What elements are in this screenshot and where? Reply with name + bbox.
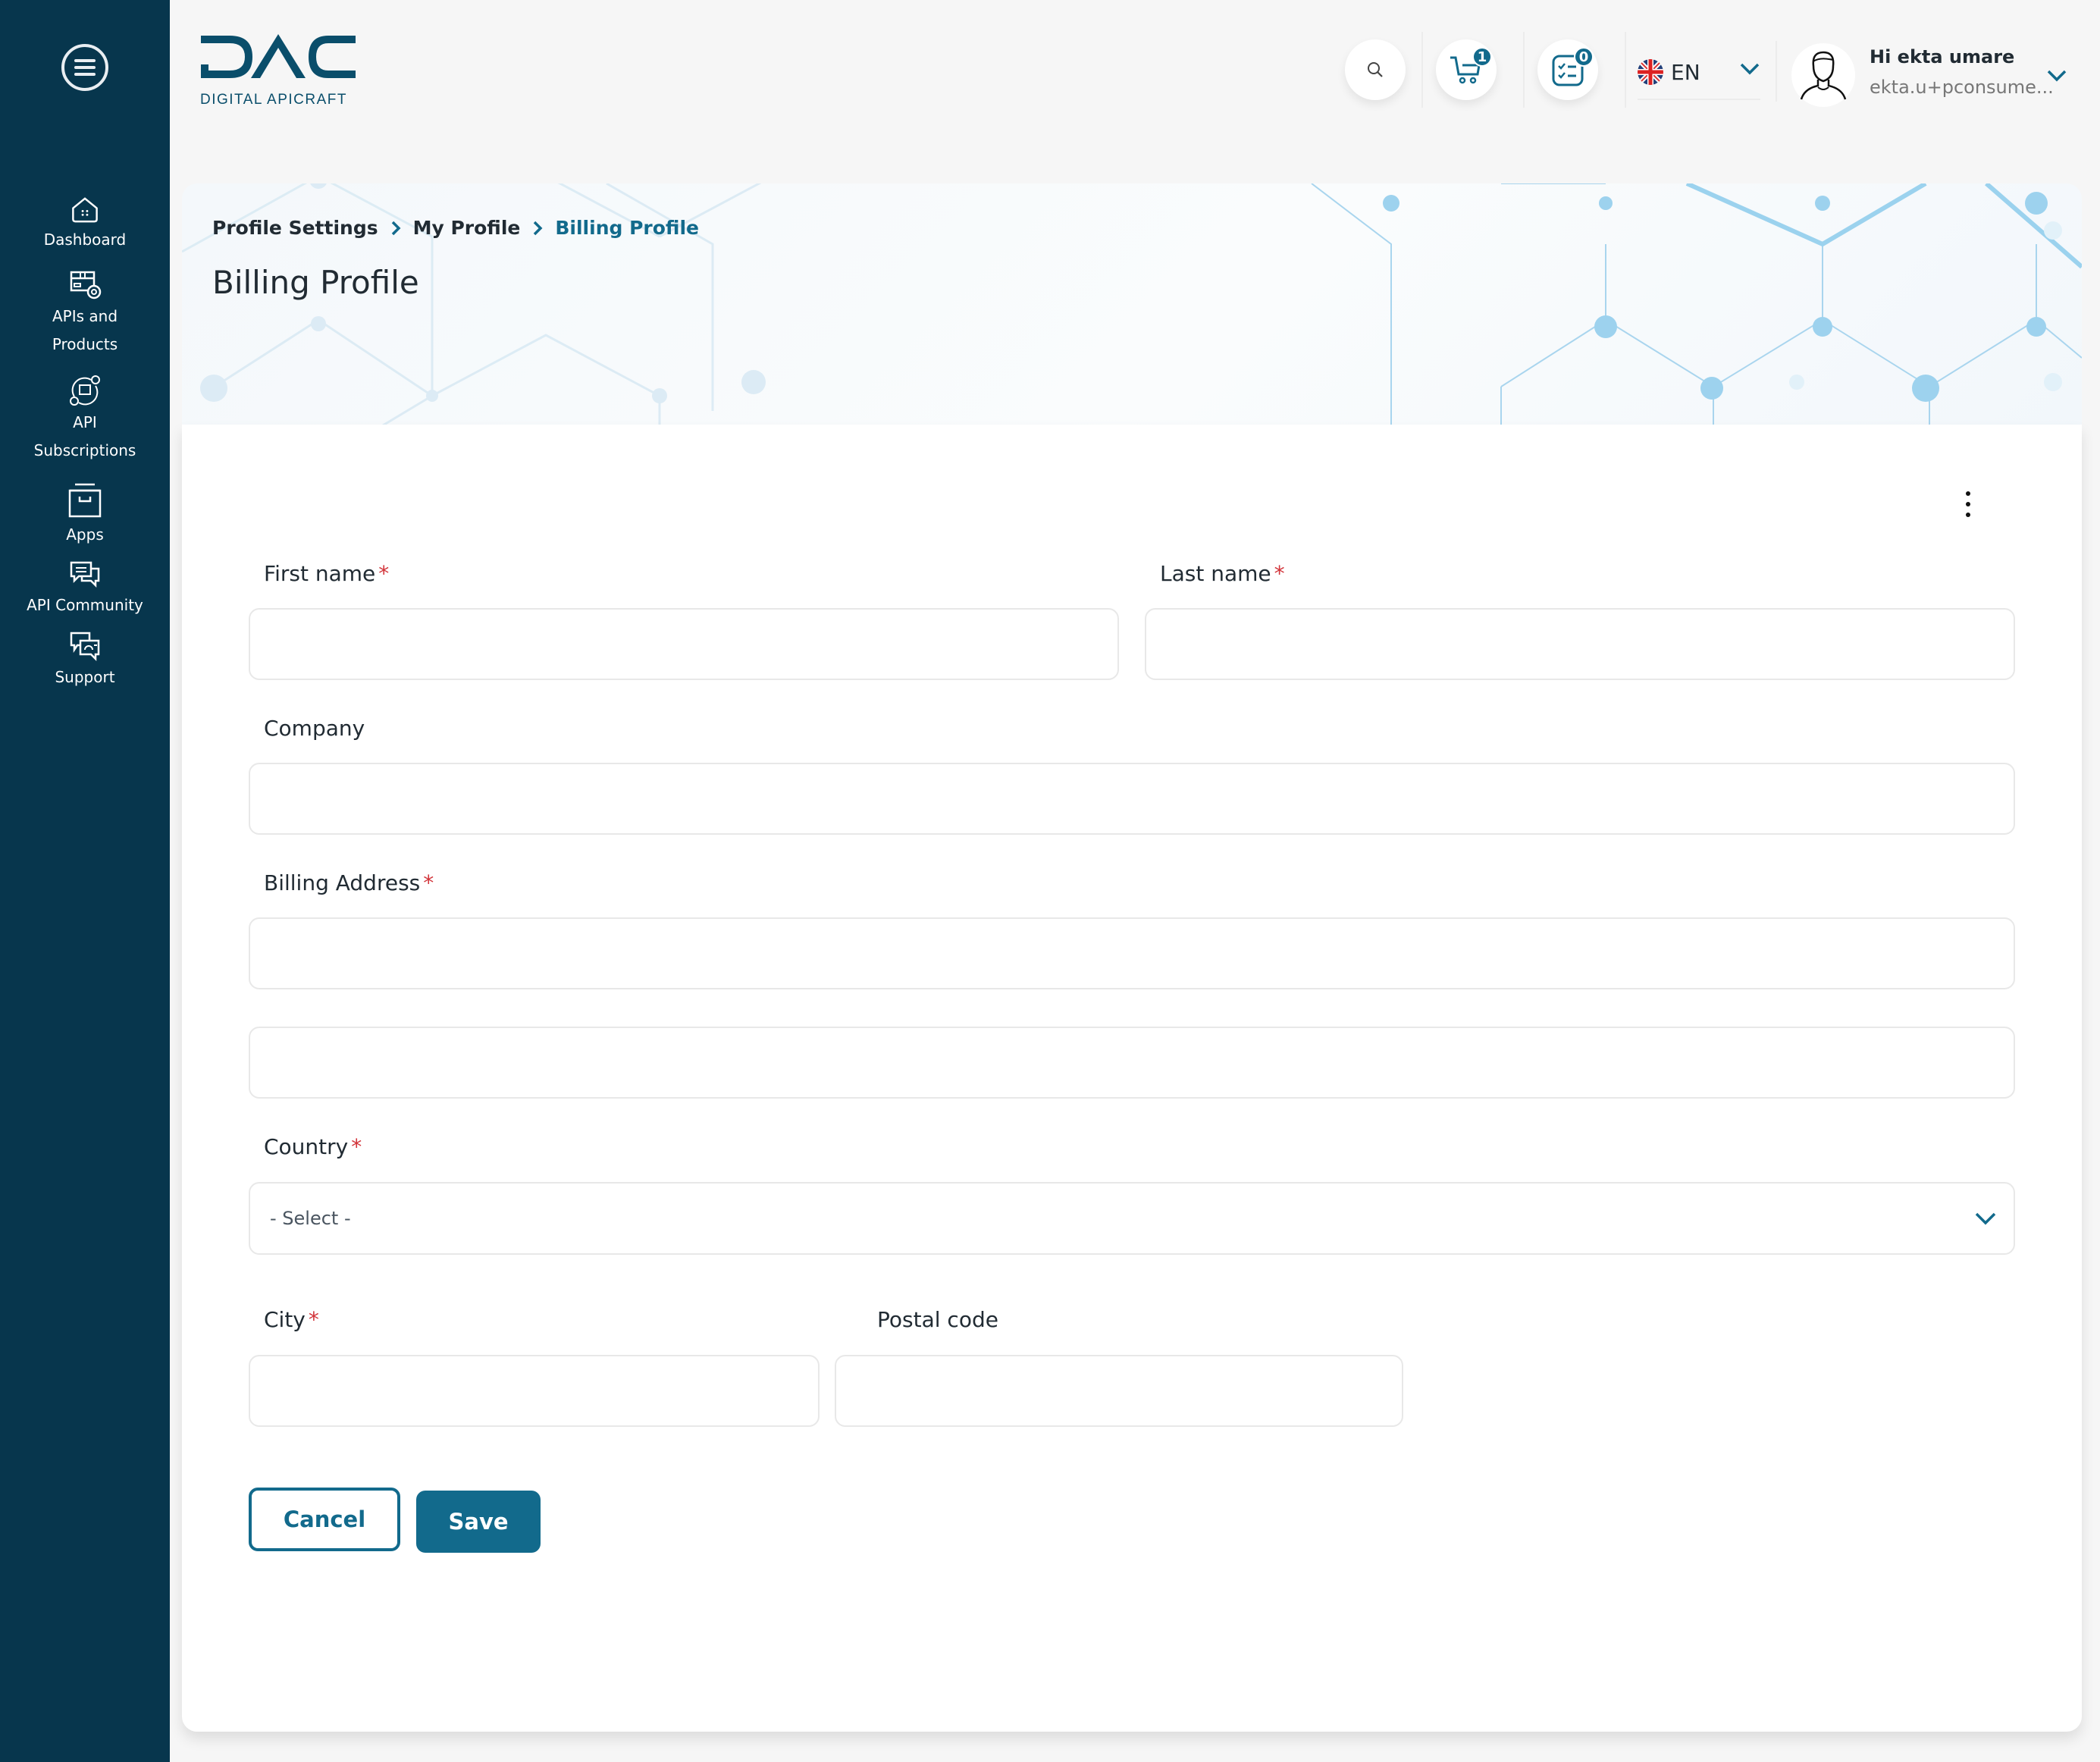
page-title: Billing Profile bbox=[212, 264, 419, 301]
postal-code-label-text: Postal code bbox=[877, 1307, 998, 1332]
chat-bubbles-icon bbox=[70, 561, 100, 588]
language-selector[interactable]: EN bbox=[1638, 45, 1760, 100]
kebab-dot bbox=[1966, 491, 1970, 496]
kebab-dot bbox=[1966, 502, 1970, 506]
sidebar-item-apps[interactable]: Apps bbox=[0, 481, 170, 549]
billing-address-line1-input[interactable] bbox=[249, 917, 2015, 989]
page-banner: Profile Settings My Profile Billing Prof… bbox=[182, 183, 2082, 426]
company-input[interactable] bbox=[249, 763, 2015, 835]
user-email: ekta.u+pconsume... bbox=[1870, 77, 2054, 98]
user-avatar-icon bbox=[1800, 51, 1847, 100]
sidebar-item-support[interactable]: Support bbox=[0, 630, 170, 691]
chevron-right-icon bbox=[390, 220, 401, 237]
country-select-value: - Select - bbox=[270, 1208, 351, 1229]
last-name-label: Last name * bbox=[1160, 561, 1285, 586]
city-input[interactable] bbox=[249, 1355, 820, 1427]
company-label: Company bbox=[264, 716, 365, 741]
required-asterisk: * bbox=[378, 561, 390, 586]
tasks-count-badge: 0 bbox=[1574, 47, 1594, 67]
chevron-down-icon bbox=[1975, 1212, 1996, 1225]
chevron-down-icon bbox=[2047, 70, 2067, 82]
required-asterisk: * bbox=[1274, 561, 1285, 586]
sidebar-item-dashboard[interactable]: Dashboard bbox=[0, 193, 170, 254]
city-label-text: City bbox=[264, 1307, 306, 1332]
header-divider bbox=[1625, 32, 1626, 108]
billing-address-label-text: Billing Address bbox=[264, 870, 421, 895]
more-options-button[interactable] bbox=[1961, 491, 1976, 517]
first-name-label-text: First name bbox=[264, 561, 376, 586]
first-name-label: First name * bbox=[264, 561, 389, 586]
billing-profile-form: First name * Last name * Company Billing A… bbox=[182, 425, 2082, 1732]
sidebar-item-api-subscriptions[interactable]: API Subscriptions bbox=[0, 374, 170, 465]
country-label-text: Country bbox=[264, 1134, 349, 1159]
subscriptions-icon bbox=[70, 375, 100, 406]
country-select[interactable]: - Select - bbox=[249, 1182, 2015, 1255]
required-asterisk: * bbox=[351, 1134, 362, 1159]
breadcrumb-profile-settings[interactable]: Profile Settings bbox=[212, 217, 378, 239]
sidebar-item-apis-and-products[interactable]: APIs and Products bbox=[0, 269, 170, 359]
tasks-button[interactable]: 0 bbox=[1537, 39, 1598, 100]
search-button[interactable] bbox=[1345, 39, 1406, 100]
dac-logo[interactable]: DIGITAL APICRAFT bbox=[199, 34, 359, 110]
billing-address-label: Billing Address * bbox=[264, 870, 434, 895]
sidebar-nav: Dashboard APIs and Products API Subscrip… bbox=[0, 193, 170, 691]
required-asterisk: * bbox=[308, 1307, 319, 1332]
cancel-button[interactable]: Cancel bbox=[249, 1488, 400, 1551]
billing-address-line2-input[interactable] bbox=[249, 1027, 2015, 1099]
home-icon bbox=[72, 197, 98, 223]
logo-subtext: DIGITAL APICRAFT bbox=[200, 92, 347, 108]
breadcrumb-billing-profile: Billing Profile bbox=[555, 217, 699, 239]
sidebar-item-api-community[interactable]: API Community bbox=[0, 560, 170, 619]
menu-line bbox=[74, 66, 96, 69]
save-button[interactable]: Save bbox=[416, 1491, 541, 1553]
breadcrumb: Profile Settings My Profile Billing Prof… bbox=[212, 217, 699, 239]
menu-line bbox=[74, 73, 96, 76]
breadcrumb-my-profile[interactable]: My Profile bbox=[413, 217, 521, 239]
menu-line bbox=[74, 59, 96, 62]
sidebar-item-label: API Community bbox=[27, 596, 143, 614]
first-name-input[interactable] bbox=[249, 608, 1119, 680]
postal-code-input[interactable] bbox=[835, 1355, 1403, 1427]
required-asterisk: * bbox=[423, 870, 434, 895]
country-label: Country * bbox=[264, 1134, 362, 1159]
sidebar-item-label: Dashboard bbox=[43, 230, 127, 249]
header-divider bbox=[1776, 41, 1777, 102]
cart-button[interactable]: 1 bbox=[1436, 39, 1497, 100]
avatar bbox=[1791, 43, 1855, 107]
chevron-right-icon bbox=[532, 220, 543, 237]
user-menu[interactable]: Hi ekta umare ekta.u+pconsume... bbox=[1791, 43, 2080, 108]
header-divider bbox=[1421, 32, 1423, 108]
postal-code-label: Postal code bbox=[877, 1307, 998, 1332]
last-name-input[interactable] bbox=[1145, 608, 2015, 680]
user-greeting: Hi ekta umare bbox=[1870, 46, 2015, 67]
cart-count-badge: 1 bbox=[1472, 47, 1492, 67]
search-icon bbox=[1368, 62, 1383, 77]
company-label-text: Company bbox=[264, 716, 365, 741]
sidebar-item-label: APIs and Products bbox=[52, 307, 118, 353]
chevron-down-icon bbox=[1740, 63, 1760, 75]
sidebar-item-label: API Subscriptions bbox=[33, 413, 136, 459]
menu-toggle-button[interactable] bbox=[61, 44, 108, 91]
uk-flag-icon bbox=[1638, 59, 1663, 85]
sidebar-item-label: Support bbox=[55, 668, 115, 686]
kebab-dot bbox=[1966, 513, 1970, 517]
support-chat-icon bbox=[70, 632, 100, 662]
header-divider bbox=[1523, 32, 1525, 108]
language-code: EN bbox=[1671, 59, 1700, 85]
archive-box-icon bbox=[68, 483, 102, 518]
sidebar-item-label: Apps bbox=[66, 525, 104, 544]
city-label: City * bbox=[264, 1307, 319, 1332]
last-name-label-text: Last name bbox=[1160, 561, 1271, 586]
sidebar: Dashboard APIs and Products API Subscrip… bbox=[0, 0, 170, 1762]
api-products-icon bbox=[70, 271, 102, 299]
